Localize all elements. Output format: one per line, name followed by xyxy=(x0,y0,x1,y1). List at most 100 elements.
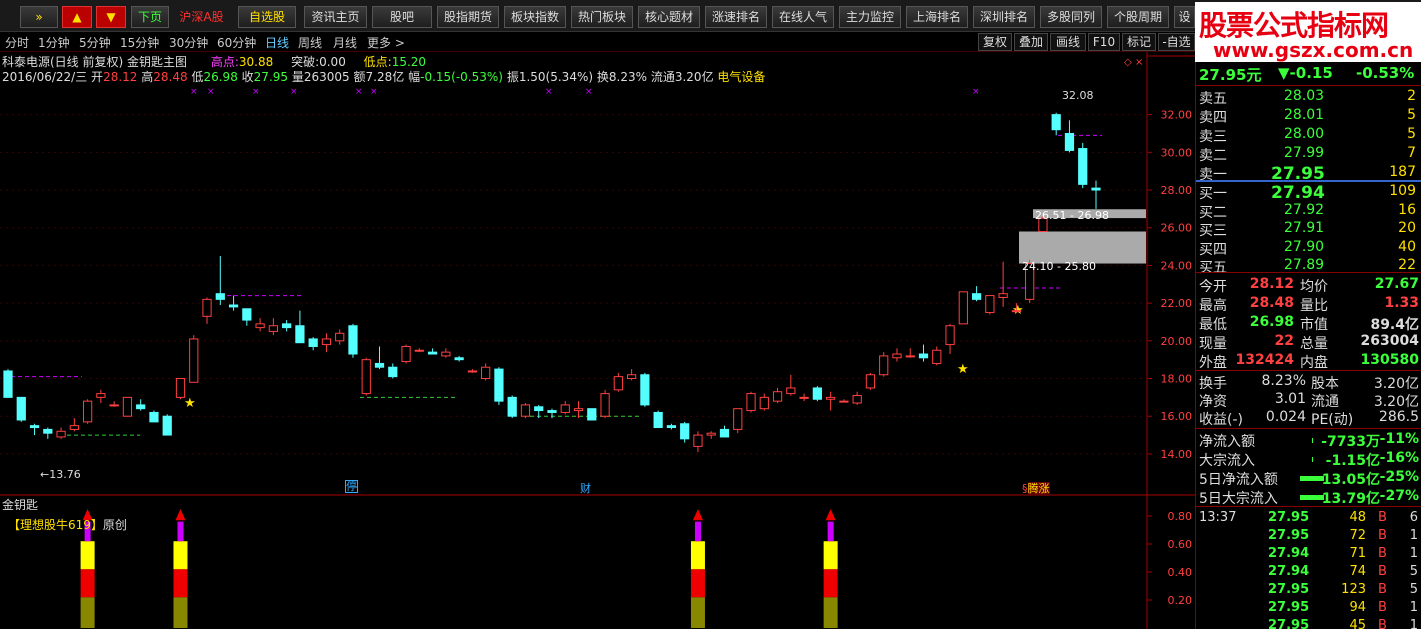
candle[interactable] xyxy=(481,363,491,381)
candle[interactable] xyxy=(43,427,53,439)
toolbar-core-theme-button[interactable]: 核心题材 xyxy=(638,6,700,28)
draw-line-button[interactable]: 画线 xyxy=(1050,33,1086,51)
restore-rights-button[interactable]: 复权 xyxy=(978,33,1012,51)
event-suspend-marker[interactable]: 停 xyxy=(345,480,358,493)
candle[interactable] xyxy=(693,431,703,453)
candle[interactable] xyxy=(96,389,106,404)
f10-button[interactable]: F10 xyxy=(1088,33,1120,51)
candle[interactable] xyxy=(640,372,650,407)
event-finance-marker[interactable]: 财 xyxy=(580,480,591,496)
candle[interactable] xyxy=(879,352,889,377)
candle[interactable] xyxy=(600,389,610,419)
candle[interactable] xyxy=(1091,180,1101,209)
candle[interactable] xyxy=(746,391,756,413)
candle[interactable] xyxy=(335,329,345,345)
candle[interactable] xyxy=(945,323,955,355)
overlay-button[interactable]: 叠加 xyxy=(1014,33,1048,51)
candle[interactable] xyxy=(958,291,968,325)
candle[interactable] xyxy=(282,320,292,332)
candle[interactable] xyxy=(295,310,305,344)
candle[interactable] xyxy=(122,396,133,417)
candle[interactable] xyxy=(852,391,862,405)
toolbar-settings-button[interactable]: 设 xyxy=(1174,6,1195,28)
candle[interactable] xyxy=(215,255,225,306)
candle[interactable] xyxy=(812,386,822,402)
candle[interactable] xyxy=(626,369,637,381)
candle[interactable] xyxy=(321,333,332,353)
candle[interactable] xyxy=(826,391,836,411)
candle[interactable] xyxy=(573,401,584,419)
candle[interactable] xyxy=(348,323,358,358)
candle[interactable] xyxy=(759,393,769,411)
candle[interactable] xyxy=(971,286,982,302)
candle[interactable] xyxy=(82,399,93,424)
candle[interactable] xyxy=(374,346,385,370)
candle[interactable] xyxy=(799,393,809,402)
candle[interactable] xyxy=(268,318,278,336)
period-15min[interactable]: 15分钟 xyxy=(120,34,159,51)
toolbar-news-button[interactable]: 资讯主页 xyxy=(304,6,367,28)
period-60min[interactable]: 60分钟 xyxy=(217,34,256,51)
period-30min[interactable]: 30分钟 xyxy=(169,34,208,51)
kline-chart[interactable]: ◇ × 32.00 30.00 28.00 26.00 24.00 22.00 20.00 1… xyxy=(0,52,1195,629)
candle[interactable] xyxy=(454,355,464,362)
toolbar-speed-rank-button[interactable]: 涨速排名 xyxy=(705,6,767,28)
candle[interactable] xyxy=(613,372,623,392)
candle[interactable] xyxy=(414,348,424,353)
candle[interactable] xyxy=(786,374,796,396)
toolbar-hot-sector-button[interactable]: 热门板块 xyxy=(571,6,633,28)
add-watchlist-button[interactable]: -自选 xyxy=(1158,33,1195,51)
toolbar-main-monitor-button[interactable]: 主力监控 xyxy=(839,6,901,28)
candle[interactable] xyxy=(932,346,942,366)
candle[interactable] xyxy=(985,295,995,315)
candle[interactable] xyxy=(242,308,252,326)
chart-close-icon[interactable]: × xyxy=(1135,57,1143,68)
chart-diamond-icon[interactable]: ◇ xyxy=(1124,57,1132,68)
period-more[interactable]: 更多 > xyxy=(367,34,405,51)
candle[interactable] xyxy=(1078,142,1088,189)
toolbar-next-page-button[interactable]: 下页 xyxy=(131,6,169,28)
candle[interactable] xyxy=(441,348,451,358)
candle[interactable] xyxy=(109,401,119,407)
toolbar-forum-button[interactable]: 股吧 xyxy=(372,6,432,28)
event-limitup-marker[interactable]: §腾涨 xyxy=(1022,480,1050,496)
toolbar-popularity-button[interactable]: 在线人气 xyxy=(772,6,834,28)
candle[interactable] xyxy=(892,348,902,362)
toolbar-watchlist-button[interactable]: 自选股 xyxy=(238,6,296,28)
period-daily[interactable]: 日线 xyxy=(265,34,289,51)
candle[interactable] xyxy=(29,423,40,436)
candle[interactable] xyxy=(918,344,929,362)
candle[interactable] xyxy=(361,357,371,396)
period-monthly[interactable]: 月线 xyxy=(333,34,357,51)
candle[interactable] xyxy=(149,410,159,423)
candle[interactable] xyxy=(1051,112,1061,136)
toolbar-sz-rank-button[interactable]: 深圳排名 xyxy=(973,6,1035,28)
candle[interactable] xyxy=(175,378,186,400)
candle[interactable] xyxy=(905,348,915,358)
toolbar-multi-stock-button[interactable]: 多股同列 xyxy=(1040,6,1102,28)
candle[interactable] xyxy=(1064,120,1075,153)
toolbar-period-button[interactable]: 个股周期 xyxy=(1107,6,1169,28)
candle[interactable] xyxy=(520,403,531,419)
toolbar-more-button[interactable]: » xyxy=(20,6,58,28)
candle[interactable] xyxy=(587,408,597,421)
candle[interactable] xyxy=(202,297,212,324)
candle[interactable] xyxy=(401,344,411,364)
candle[interactable] xyxy=(308,337,318,351)
candle[interactable] xyxy=(56,427,66,439)
candle[interactable] xyxy=(189,335,199,383)
toolbar-futures-button[interactable]: 股指期货 xyxy=(437,6,499,28)
candle[interactable] xyxy=(136,399,146,411)
candle[interactable] xyxy=(467,369,478,373)
candle[interactable] xyxy=(3,369,13,398)
period-5min[interactable]: 5分钟 xyxy=(79,34,111,51)
candle[interactable] xyxy=(706,431,716,439)
candle[interactable] xyxy=(255,318,265,332)
period-intraday[interactable]: 分时 xyxy=(5,34,29,51)
candle[interactable] xyxy=(69,418,79,432)
candle[interactable] xyxy=(998,261,1008,307)
candle[interactable] xyxy=(865,372,876,390)
candle[interactable] xyxy=(839,399,849,403)
candle[interactable] xyxy=(427,348,438,355)
mark-button[interactable]: 标记 xyxy=(1122,33,1156,51)
